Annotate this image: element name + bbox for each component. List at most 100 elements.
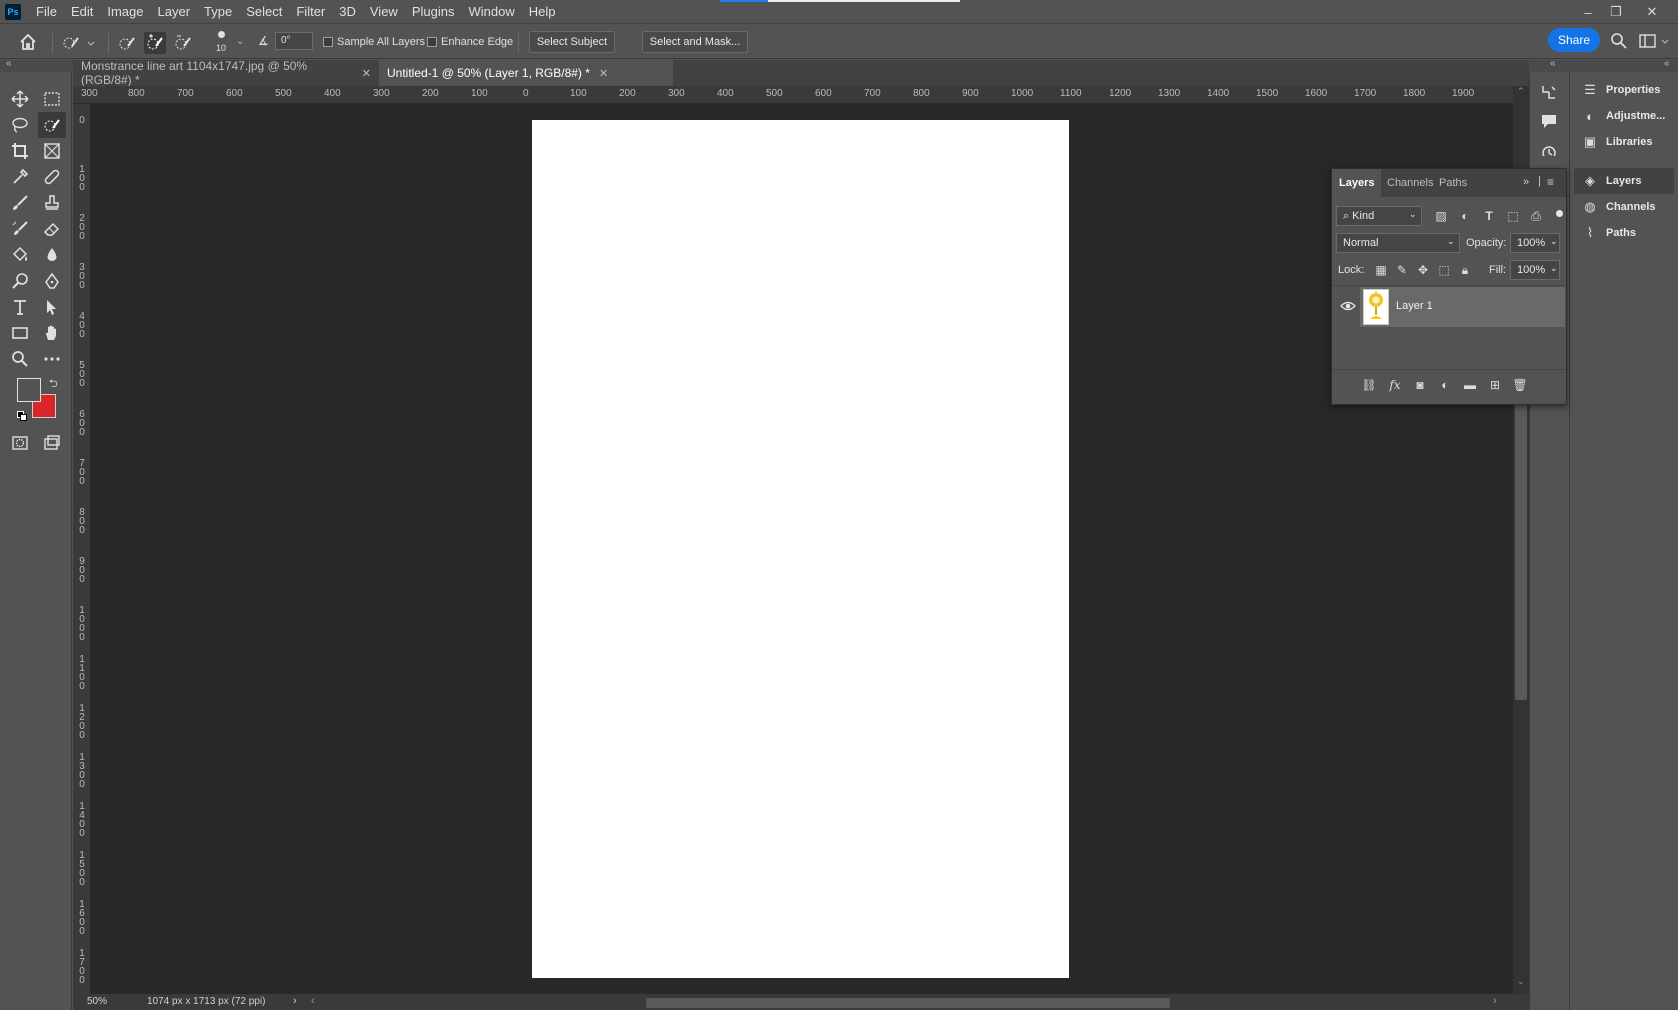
status-menu-icon[interactable]: › — [293, 995, 297, 1007]
layer-name[interactable]: Layer 1 — [1396, 300, 1433, 312]
tab-layers[interactable]: Layers — [1332, 169, 1382, 197]
history-brush-tool[interactable] — [6, 216, 34, 242]
menu-file[interactable]: File — [29, 0, 64, 24]
add-mask-icon[interactable]: ◙ — [1411, 376, 1429, 394]
history-button[interactable] — [1539, 144, 1559, 156]
new-selection-mode-button[interactable] — [116, 32, 138, 54]
scroll-right-icon[interactable]: › — [1493, 995, 1497, 1007]
brush-angle-field[interactable]: 0° — [275, 32, 313, 50]
dock-item-properties[interactable]: ☰ Properties — [1574, 77, 1674, 103]
dock-item-paths[interactable]: ⌇ Paths — [1574, 220, 1674, 246]
scroll-up-icon[interactable]: ⌃ — [1517, 86, 1525, 97]
path-selection-tool[interactable] — [38, 294, 66, 320]
menu-select[interactable]: Select — [239, 0, 289, 24]
default-colors-icon[interactable] — [17, 411, 27, 421]
lock-position-icon[interactable]: ✥ — [1414, 261, 1432, 279]
fx-icon[interactable]: fx — [1386, 376, 1404, 394]
history-states-button[interactable] — [1539, 84, 1559, 102]
adjustment-layer-icon[interactable]: ◐ — [1436, 376, 1454, 394]
brush-size-picker[interactable]: 10 — [212, 29, 232, 55]
swap-colors-icon[interactable]: ⮌ — [49, 375, 58, 394]
link-layers-icon[interactable]: ⛓︎ — [1360, 376, 1378, 394]
layer-row[interactable]: Layer 1 — [1360, 287, 1565, 327]
dodge-tool[interactable] — [6, 268, 34, 294]
close-icon[interactable]: ✕ — [599, 67, 608, 80]
filter-shape-icon[interactable]: ⬚ — [1504, 207, 1522, 225]
delete-layer-icon[interactable]: 🗑︎ — [1511, 376, 1529, 394]
opacity-field[interactable]: 100% ⌄ — [1510, 233, 1560, 253]
collapse-toolbar-icon[interactable]: « — [6, 58, 12, 69]
restore-button[interactable]: ❐ — [1604, 2, 1628, 22]
horizontal-scroll-thumb[interactable] — [646, 998, 1170, 1008]
hand-tool[interactable] — [38, 320, 66, 346]
search-button[interactable] — [1610, 32, 1628, 50]
new-layer-icon[interactable]: ⊞ — [1486, 376, 1504, 394]
filter-smart-object-icon[interactable]: ⎙ — [1527, 207, 1545, 225]
checkbox-box[interactable] — [427, 37, 437, 47]
dock-item-libraries[interactable]: ▣ Libraries — [1574, 129, 1674, 155]
menu-image[interactable]: Image — [100, 0, 150, 24]
eraser-tool[interactable] — [38, 216, 66, 242]
sample-all-layers-checkbox[interactable]: Sample All Layers — [323, 36, 425, 48]
collapse-dock-icon[interactable]: « — [1664, 58, 1670, 69]
chevron-down-icon[interactable]: ⌄ — [236, 36, 244, 47]
crop-tool[interactable] — [6, 138, 34, 164]
foreground-color-chip[interactable] — [17, 378, 41, 402]
screen-mode-button[interactable] — [38, 430, 66, 456]
tab-paths[interactable]: Paths — [1432, 169, 1474, 197]
filter-kind-select[interactable]: ⌕ Kind ⌄ — [1336, 206, 1422, 226]
paint-bucket-tool[interactable] — [6, 242, 34, 268]
edit-toolbar-button[interactable] — [38, 346, 66, 372]
menu-edit[interactable]: Edit — [64, 0, 100, 24]
move-tool[interactable] — [6, 86, 34, 112]
filter-type-icon[interactable]: T — [1480, 207, 1498, 225]
filter-toggle-icon[interactable] — [1556, 210, 1563, 217]
tab-monstrance-line-art[interactable]: Monstrance line art 1104x1747.jpg @ 50% … — [73, 59, 379, 87]
minimize-button[interactable]: ‒ — [1576, 2, 1600, 22]
menu-window[interactable]: Window — [461, 0, 521, 24]
menu-help[interactable]: Help — [522, 0, 563, 24]
menu-layer[interactable]: Layer — [151, 0, 198, 24]
layer-thumbnail[interactable] — [1363, 289, 1389, 325]
select-subject-button[interactable]: Select Subject — [529, 31, 615, 53]
clone-stamp-tool[interactable] — [38, 190, 66, 216]
share-button[interactable]: Share — [1548, 28, 1600, 52]
quick-mask-button[interactable] — [6, 430, 34, 456]
new-group-icon[interactable]: ▬ — [1461, 376, 1479, 394]
scroll-down-icon[interactable]: ⌄ — [1517, 976, 1525, 987]
close-icon[interactable]: ✕ — [362, 67, 371, 80]
dock-item-channels[interactable]: ◍ Channels — [1574, 194, 1674, 220]
marquee-tool[interactable] — [38, 86, 66, 112]
subtract-from-selection-mode-button[interactable] — [172, 32, 194, 54]
brush-tool[interactable] — [6, 190, 34, 216]
filter-adjustment-icon[interactable]: ◐ — [1456, 207, 1474, 225]
lock-all-icon[interactable]: 🔒︎ — [1456, 261, 1474, 279]
panel-menu-icon[interactable]: ≡ — [1547, 175, 1554, 189]
blend-mode-select[interactable]: Normal ⌄ — [1336, 233, 1460, 253]
pen-tool[interactable] — [38, 268, 66, 294]
menu-plugins[interactable]: Plugins — [405, 0, 462, 24]
menu-filter[interactable]: Filter — [289, 0, 332, 24]
select-and-mask-button[interactable]: Select and Mask... — [642, 31, 748, 53]
lock-transparent-icon[interactable]: ▦ — [1372, 261, 1390, 279]
document-canvas[interactable] — [532, 120, 1069, 978]
home-button[interactable] — [18, 32, 38, 52]
close-window-button[interactable]: ✕ — [1640, 2, 1664, 22]
add-to-selection-mode-button[interactable] — [144, 32, 166, 54]
enhance-edge-checkbox[interactable]: Enhance Edge — [427, 36, 513, 48]
menu-type[interactable]: Type — [197, 0, 239, 24]
blur-tool[interactable] — [38, 242, 66, 268]
filter-pixel-icon[interactable]: ▨ — [1432, 207, 1450, 225]
zoom-level[interactable]: 50% — [87, 996, 107, 1007]
dock-item-layers[interactable]: ◈ Layers — [1574, 168, 1674, 194]
lasso-tool[interactable] — [6, 112, 34, 138]
checkbox-box[interactable] — [323, 37, 333, 47]
lock-artboard-icon[interactable]: ⬚ — [1435, 261, 1453, 279]
tab-untitled-1[interactable]: Untitled-1 @ 50% (Layer 1, RGB/8#) * ✕ — [379, 60, 673, 86]
menu-view[interactable]: View — [363, 0, 405, 24]
quick-selection-tool[interactable] — [38, 112, 66, 138]
dock-item-adjustments[interactable]: ◐ Adjustme... — [1574, 103, 1674, 129]
frame-tool[interactable] — [38, 138, 66, 164]
comments-button[interactable] — [1539, 112, 1559, 130]
type-tool[interactable] — [6, 294, 34, 320]
